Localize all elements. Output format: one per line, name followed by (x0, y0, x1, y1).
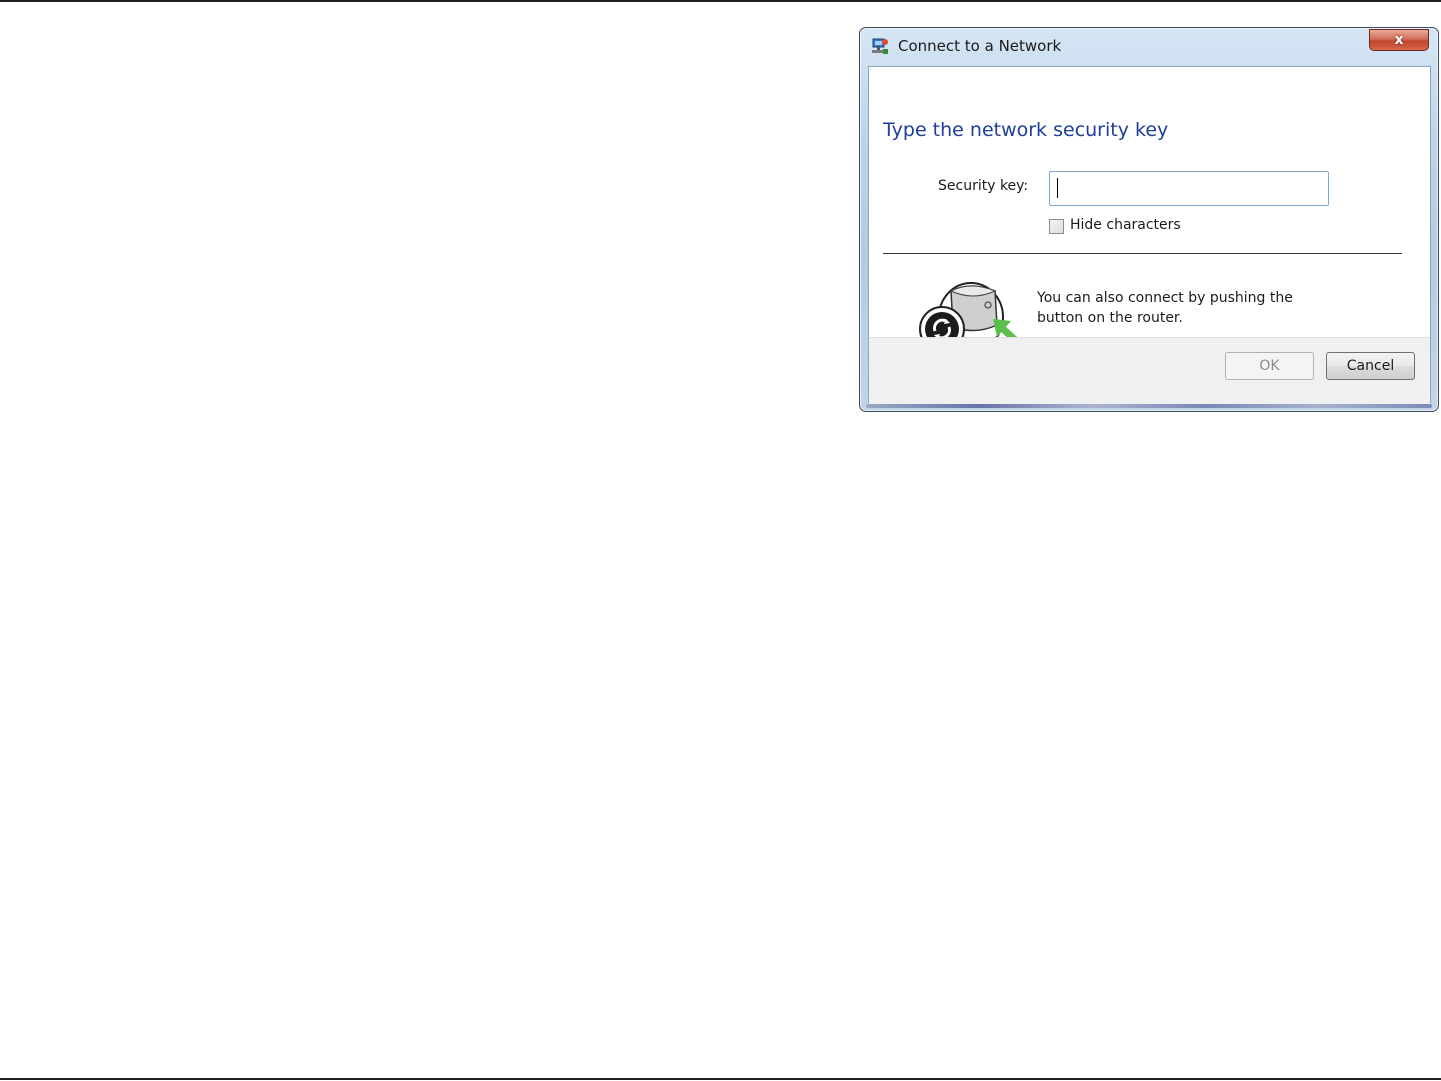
close-button[interactable]: x (1369, 29, 1429, 51)
security-key-label: Security key: (938, 178, 1029, 194)
window-title: Connect to a Network (898, 37, 1062, 55)
hide-characters-checkbox[interactable] (1049, 219, 1064, 234)
hide-characters-label[interactable]: Hide characters (1070, 217, 1181, 233)
connect-to-network-dialog: Connect to a Network x Type the network … (859, 27, 1439, 412)
button-bar: OK Cancel (869, 337, 1430, 404)
wps-message: You can also connect by pushing the butt… (1037, 290, 1293, 326)
close-icon: x (1394, 32, 1404, 48)
text-caret (1057, 178, 1058, 198)
bottom-rule (0, 1078, 1441, 1080)
page-title: Type the network security key (883, 119, 1169, 141)
dialog-content: Type the network security key Security k… (868, 66, 1431, 404)
divider (883, 253, 1402, 254)
network-icon (872, 38, 888, 54)
title-bar[interactable]: Connect to a Network x (860, 28, 1438, 66)
ok-button[interactable]: OK (1225, 352, 1314, 380)
security-key-input[interactable] (1049, 171, 1329, 206)
top-rule (0, 0, 1441, 2)
cancel-button[interactable]: Cancel (1326, 352, 1415, 380)
